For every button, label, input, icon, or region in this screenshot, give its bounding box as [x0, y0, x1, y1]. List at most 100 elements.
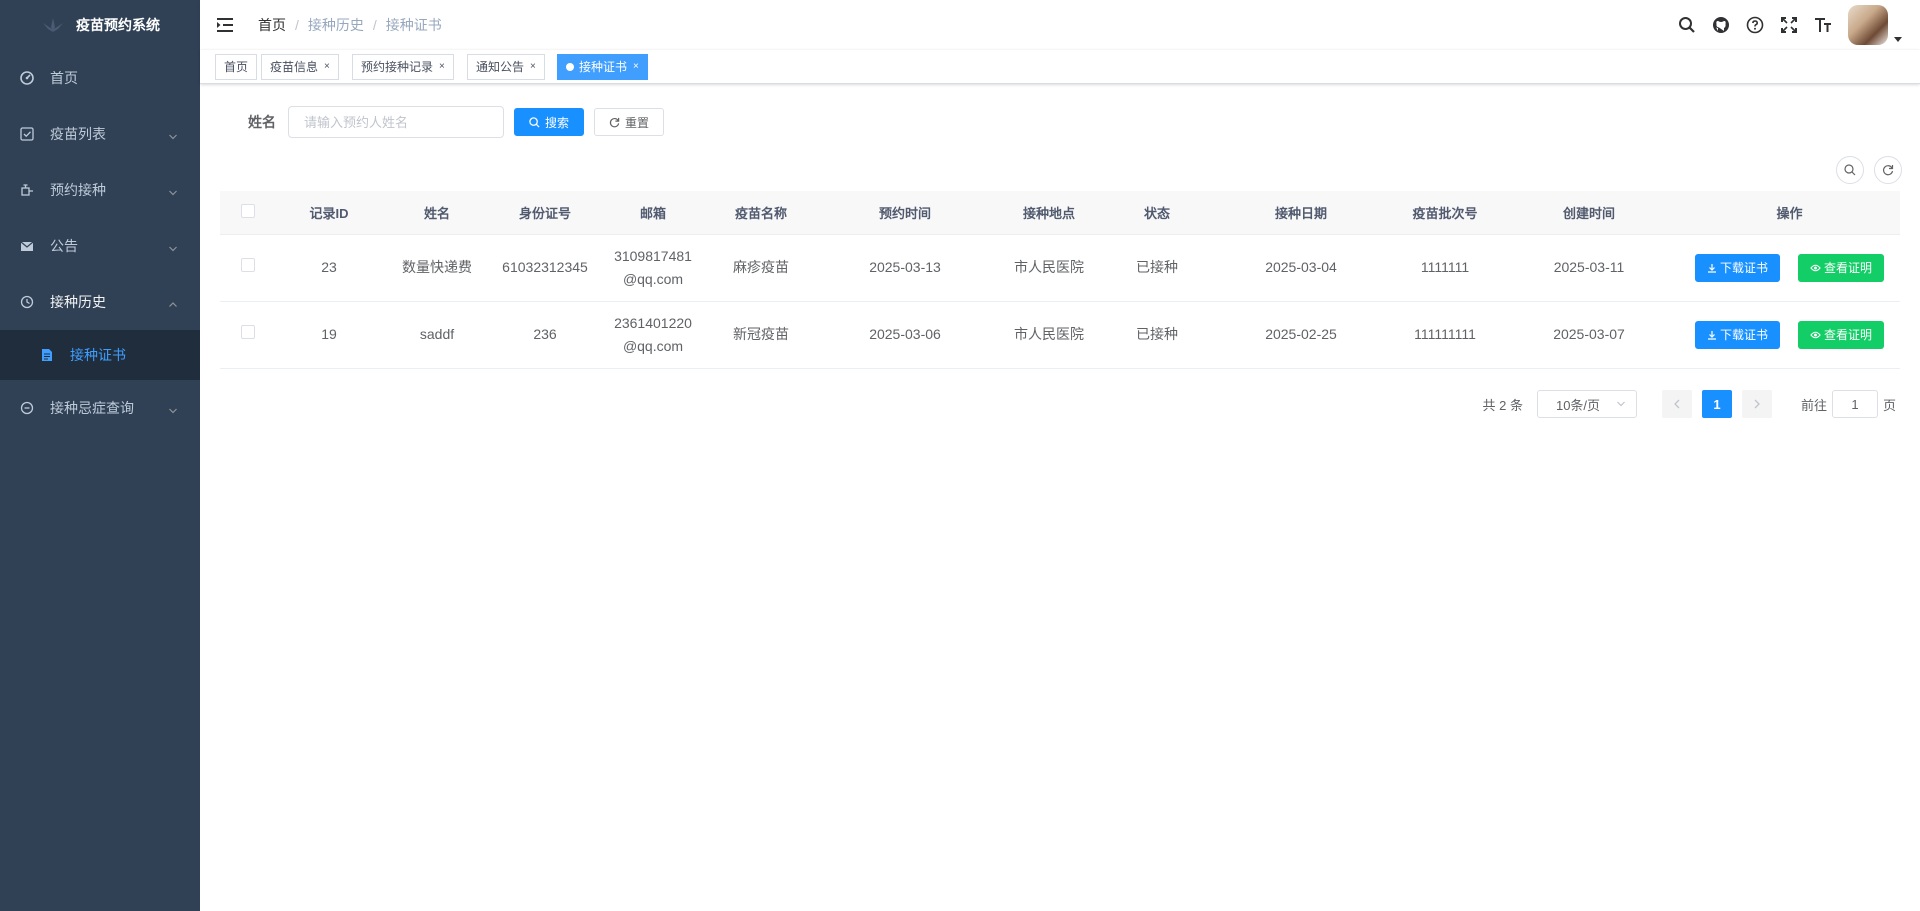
- table-header-row: 记录ID 姓名 身份证号 邮箱 疫苗名称 预约时间 接种地点 状态 接种日期 疫…: [220, 191, 1900, 235]
- history-icon: [20, 295, 34, 309]
- eye-icon: [1810, 331, 1821, 338]
- app-title: 疫苗预约系统: [76, 17, 160, 33]
- search-button[interactable]: [1670, 0, 1704, 50]
- tag-label: 首页: [224, 60, 249, 74]
- toggle-search-button[interactable]: [1836, 156, 1864, 184]
- cell-actions: 下载证书 查看证明: [1679, 234, 1900, 302]
- active-dot-icon: [566, 63, 574, 71]
- sidebar-item-notice[interactable]: 公告: [0, 218, 200, 274]
- tag-notices[interactable]: 通知公告 ×: [467, 54, 545, 80]
- cell-idcard: 61032312345: [491, 234, 599, 302]
- name-label: 姓名: [248, 114, 276, 130]
- select-cell: [220, 301, 275, 369]
- sidebar-item-label: 公告: [50, 238, 78, 254]
- select-all-cell: [220, 191, 275, 235]
- avatar-dropdown[interactable]: [1848, 5, 1902, 45]
- chevron-down-icon: [1617, 401, 1625, 407]
- chevron-down-icon: [168, 241, 178, 257]
- view-proof-button[interactable]: 查看证明: [1797, 320, 1884, 349]
- breadcrumb-separator: /: [372, 17, 377, 33]
- close-icon[interactable]: ×: [439, 55, 445, 79]
- breadcrumb-item-history[interactable]: 接种历史: [308, 15, 364, 35]
- github-button[interactable]: [1704, 0, 1738, 50]
- tags-view: 首页 疫苗信息 × 预约接种记录 × 通知公告 × 接种证书 ×: [200, 50, 1920, 84]
- page-size-value: 10条/页: [1555, 397, 1601, 413]
- select-all-checkbox[interactable]: [240, 203, 255, 218]
- column-header: 状态: [1103, 191, 1211, 235]
- cell-location: 市人民医院: [995, 301, 1103, 369]
- sidebar-item-label: 接种证书: [70, 347, 126, 363]
- download-icon: [1708, 263, 1717, 273]
- sidebar-item-contraindication[interactable]: 接种忌症查询: [0, 380, 200, 436]
- sidebar-item-label: 预约接种: [50, 182, 106, 198]
- tag-label: 接种证书: [579, 60, 628, 74]
- fullscreen-button[interactable]: [1772, 0, 1806, 50]
- page-size-select[interactable]: 10条/页: [1536, 390, 1637, 418]
- prev-page-button[interactable]: [1661, 390, 1692, 418]
- reset-button[interactable]: 重置: [594, 108, 665, 136]
- cell-vacc-date: 2025-03-04: [1211, 234, 1391, 302]
- sidebar-item-vaccine-list[interactable]: 疫苗列表: [0, 106, 200, 162]
- sidebar-item-label: 接种历史: [50, 294, 106, 310]
- tag-home[interactable]: 首页: [215, 54, 258, 80]
- refresh-icon: [609, 117, 620, 127]
- cell-email: 3109817481 @qq.com: [599, 234, 707, 302]
- view-proof-button[interactable]: 查看证明: [1797, 253, 1884, 282]
- tag-certificate[interactable]: 接种证书 ×: [557, 54, 648, 80]
- close-icon[interactable]: ×: [324, 55, 330, 79]
- breadcrumb-item-home[interactable]: 首页: [258, 15, 286, 35]
- sidebar-item-home[interactable]: 首页: [0, 50, 200, 106]
- next-page-button[interactable]: [1741, 390, 1772, 418]
- font-size-icon: [1815, 18, 1831, 32]
- view-label: 查看证明: [1823, 261, 1872, 275]
- logo[interactable]: 疫苗预约系统: [0, 0, 200, 50]
- pagination-total: 共 2 条: [1482, 397, 1523, 413]
- cell-actions: 下载证书 查看证明: [1679, 301, 1900, 369]
- query-icon: [20, 401, 34, 415]
- goto-page-input[interactable]: [1831, 390, 1878, 418]
- checkbox-icon: [20, 127, 34, 141]
- chevron-right-icon: [1754, 399, 1760, 409]
- cell-vacc-date: 2025-02-25: [1211, 301, 1391, 369]
- right-menu: [1670, 0, 1920, 50]
- cell-name: 数量快递费: [383, 234, 491, 302]
- close-icon[interactable]: ×: [633, 55, 639, 79]
- document-icon: [40, 348, 54, 362]
- goto-prefix: 前往: [1800, 397, 1827, 413]
- chevron-down-icon: [168, 129, 178, 145]
- breadcrumb-item-certificate: 接种证书: [385, 17, 442, 33]
- sidebar-item-appointment[interactable]: 预约接种: [0, 162, 200, 218]
- search-button[interactable]: 搜索: [514, 108, 585, 136]
- mail-icon: [20, 239, 34, 253]
- name-search-input[interactable]: [288, 106, 504, 138]
- refresh-table-button[interactable]: [1874, 156, 1902, 184]
- row-checkbox[interactable]: [240, 325, 255, 339]
- eye-icon: [1810, 264, 1821, 271]
- sidebar-item-label: 疫苗列表: [50, 126, 106, 142]
- download-certificate-button[interactable]: 下载证书: [1695, 253, 1781, 282]
- page-number-button[interactable]: 1: [1701, 390, 1732, 418]
- sidebar-item-history[interactable]: 接种历史: [0, 274, 200, 330]
- help-button[interactable]: [1738, 0, 1772, 50]
- hamburger-button[interactable]: [200, 0, 250, 50]
- sidebar-item-certificate[interactable]: 接种证书: [0, 330, 200, 380]
- search-icon: [1679, 17, 1695, 33]
- cell-status: 已接种: [1103, 234, 1211, 302]
- table-row: 19 saddf 236 2361401220 @qq.com 新冠疫苗 2025…: [220, 301, 1900, 369]
- tag-vaccine-info[interactable]: 疫苗信息 ×: [261, 54, 339, 80]
- pagination: 共 2 条 10条/页 1 前往 页: [1482, 390, 1896, 418]
- row-checkbox[interactable]: [240, 258, 255, 272]
- download-certificate-button[interactable]: 下载证书: [1695, 320, 1781, 349]
- close-icon[interactable]: ×: [530, 55, 536, 79]
- table-row: 23 数量快递费 61032312345 3109817481 @qq.com 麻…: [220, 234, 1900, 302]
- email-part: @qq.com: [622, 337, 684, 354]
- download-icon: [1708, 330, 1717, 340]
- cell-id: 23: [275, 234, 383, 302]
- sidebar-item-label: 首页: [50, 70, 78, 86]
- tag-label: 疫苗信息: [270, 60, 319, 74]
- navbar: 首页 / 接种历史 / 接种证书: [200, 0, 1920, 50]
- chevron-left-icon: [1674, 399, 1680, 409]
- font-size-button[interactable]: [1806, 0, 1840, 50]
- tag-appointment-records[interactable]: 预约接种记录 ×: [352, 54, 454, 80]
- cell-status: 已接种: [1103, 301, 1211, 369]
